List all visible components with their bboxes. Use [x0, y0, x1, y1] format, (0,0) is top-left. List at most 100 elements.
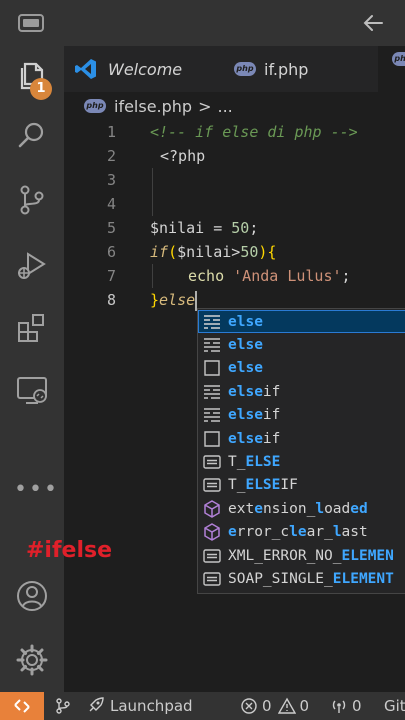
suggestion-item[interactable]: T_ELSE — [198, 450, 405, 473]
suggestion-match: ed — [350, 500, 368, 517]
git-status-button[interactable]: Git — [384, 692, 405, 720]
variable: $nilai — [177, 243, 232, 261]
suggestion-match: else — [228, 313, 263, 330]
line-number: 1 — [106, 123, 116, 141]
autocomplete-suggestions: else else else elseif elseif elseif T_EL… — [197, 308, 405, 594]
launchpad-button[interactable]: Launchpad — [86, 692, 193, 720]
line-number: 4 — [106, 195, 116, 213]
semicolon: ; — [341, 267, 351, 285]
remote-explorer-icon[interactable] — [14, 372, 50, 408]
keyword-box-icon — [204, 360, 220, 377]
suggestion-item[interactable]: elseif — [198, 427, 405, 450]
code-line-2: <?php — [160, 144, 205, 168]
suggestion-match: l — [315, 500, 325, 517]
account-icon[interactable] — [14, 578, 50, 614]
chevron-right-icon: > — [198, 96, 212, 116]
code-line-5: $nilai = 50; — [150, 216, 258, 240]
suggestion-match: else — [228, 407, 263, 424]
suggestion-item[interactable]: else — [198, 333, 405, 356]
php-file-icon: php — [234, 62, 256, 76]
keyword: if — [150, 243, 169, 261]
html-comment: <!-- if else di php --> — [150, 123, 358, 141]
tab-welcome[interactable]: Welcome — [74, 46, 182, 92]
keyword-box-icon — [204, 430, 220, 447]
line-number: 7 — [106, 267, 116, 285]
suggestion-prefix: T_ — [228, 477, 246, 494]
git-branch-icon — [56, 698, 70, 714]
tab-ifelse-php[interactable]: php — [378, 46, 405, 92]
git-label: Git — [384, 697, 405, 715]
suggestion-item[interactable]: XML_ERROR_NO_ELEMEN — [198, 544, 405, 567]
suggestion-item[interactable]: else — [198, 357, 405, 380]
suggestion-item[interactable]: extension_loaded — [198, 497, 405, 520]
snippet-icon — [204, 408, 220, 423]
brace: { — [267, 243, 277, 261]
method-cube-icon — [204, 523, 220, 542]
suggestion-text: oa — [324, 500, 342, 517]
suggestion-match: ELSE — [245, 477, 281, 494]
launchpad-label: Launchpad — [110, 697, 193, 715]
breadcrumb-file[interactable]: ifelse.php — [114, 97, 192, 116]
code-line-8: }else — [150, 288, 198, 312]
settings-gear-icon[interactable] — [14, 642, 50, 678]
suggestion-item[interactable]: else — [198, 310, 405, 334]
suggestion-item[interactable]: SOAP_SINGLE_ELEMENT — [198, 567, 405, 590]
breadcrumb-symbols[interactable]: ... — [218, 97, 233, 116]
suggestion-item[interactable]: T_ELSEIF — [198, 474, 405, 497]
suggestion-match: l — [289, 524, 298, 541]
php-file-icon: php — [84, 99, 106, 113]
error-icon — [241, 698, 257, 714]
ports-button[interactable]: 0 — [330, 692, 362, 720]
problems-button[interactable]: 0 0 — [240, 692, 309, 720]
status-bar: Launchpad 0 0 0 Git — [0, 692, 405, 720]
snippet-icon — [204, 338, 220, 352]
suggestion-item[interactable]: elseif — [198, 404, 405, 427]
window-layout-icon[interactable] — [18, 14, 44, 32]
suggestion-text: r — [315, 524, 325, 541]
tab-bar: Welcome php if.php php — [64, 46, 405, 92]
explorer-badge: 1 — [30, 78, 52, 100]
back-arrow-icon[interactable] — [360, 10, 386, 36]
suggestion-match: else — [228, 337, 263, 354]
more-icon[interactable]: ••• — [14, 479, 57, 501]
warning-count: 0 — [299, 697, 310, 715]
line-number: 3 — [106, 171, 116, 189]
string: 'Anda Lulus' — [233, 267, 342, 285]
snippet-icon — [204, 314, 220, 329]
rocket-icon — [89, 697, 104, 712]
extensions-icon[interactable] — [14, 310, 50, 346]
semicolon: ; — [249, 219, 259, 237]
suggestion-match: else — [228, 383, 263, 400]
brace: } — [150, 291, 160, 309]
suggestion-match: else — [228, 430, 263, 447]
tab-if-php[interactable]: php if.php — [234, 46, 308, 92]
search-icon[interactable] — [14, 118, 50, 154]
title-bar — [0, 0, 405, 46]
activity-bar: ••• — [0, 46, 64, 692]
git-graph-button[interactable] — [54, 692, 78, 720]
operator: > — [231, 243, 241, 261]
source-control-icon[interactable] — [14, 182, 50, 218]
line-number: 5 — [106, 219, 116, 237]
paren: ( — [168, 243, 178, 261]
suggestion-text: a — [341, 524, 351, 541]
indent-guide — [152, 168, 153, 216]
error-count: 0 — [262, 697, 272, 715]
line-number: 8 — [106, 291, 116, 309]
suggestion-match: ELSE — [245, 454, 281, 471]
run-debug-icon[interactable] — [14, 248, 50, 284]
remote-indicator[interactable] — [0, 692, 44, 720]
suggestion-prefix: XML_ERROR_NO_ — [228, 547, 342, 564]
suggestion-rest: IF — [280, 477, 298, 494]
suggestion-rest: if — [262, 383, 281, 400]
suggestion-item[interactable]: elseif — [198, 380, 405, 403]
ports-count: 0 — [352, 697, 362, 715]
echo-keyword: echo — [188, 267, 225, 285]
suggestion-item[interactable]: error_clear_last — [198, 521, 405, 544]
watermark-hashtag: #ifelse — [26, 538, 113, 563]
warning-icon — [277, 697, 296, 714]
php-open-tag: <?php — [160, 147, 206, 165]
suggestion-text: o — [254, 524, 263, 541]
suggestion-match: ELEMEN — [341, 547, 394, 564]
method-cube-icon — [204, 500, 220, 518]
